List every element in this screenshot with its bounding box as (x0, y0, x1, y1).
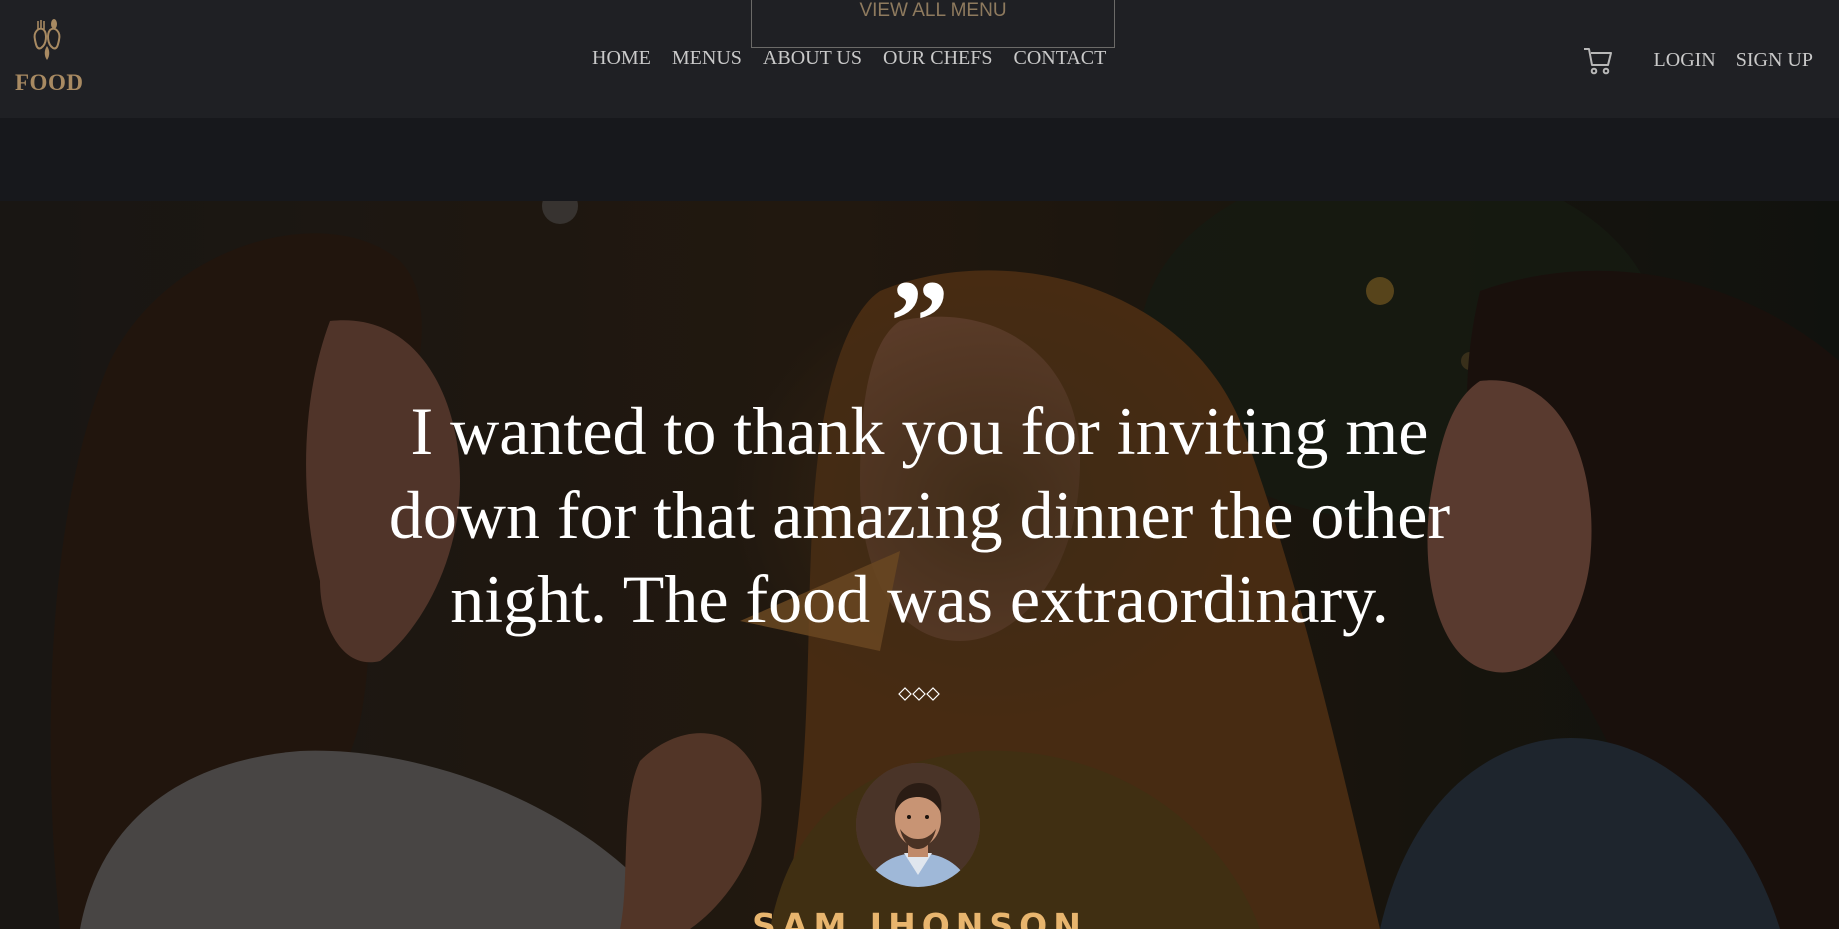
nav-about-us[interactable]: ABOUT US (763, 47, 862, 70)
nav-our-chefs[interactable]: OUR CHEFS (883, 47, 992, 70)
author-portrait (856, 763, 980, 887)
nav-contact[interactable]: CONTACT (1013, 47, 1106, 70)
quote-mark-icon: ” (890, 263, 949, 333)
cart-icon[interactable] (1582, 44, 1614, 76)
testimonial-section: ” I wanted to thank you for inviting me … (0, 201, 1839, 929)
author-avatar (856, 763, 980, 887)
author-name: SAM JHONSON (752, 906, 1087, 929)
testimonial-quote: I wanted to thank you for inviting me do… (388, 393, 1451, 637)
view-all-menu-button[interactable]: VIEW ALL MENU (751, 0, 1115, 48)
nav-home[interactable]: HOME (592, 47, 651, 70)
nav-account: LOGIN SIGN UP (1582, 44, 1813, 76)
main-nav: HOME MENUS ABOUT US OUR CHEFS CONTACT (592, 47, 1127, 70)
site-logo[interactable]: FOOD (12, 18, 88, 98)
top-navbar: FOOD VIEW ALL MENU HOME MENUS ABOUT US O… (0, 0, 1839, 118)
logo-text: FOOD (15, 70, 84, 95)
header-spacer (0, 118, 1839, 201)
page-root: FOOD VIEW ALL MENU HOME MENUS ABOUT US O… (0, 0, 1839, 929)
login-link[interactable]: LOGIN (1654, 49, 1716, 72)
fork-spoon-logo-icon (33, 19, 61, 60)
signup-link[interactable]: SIGN UP (1736, 49, 1813, 72)
diamonds-divider-icon (898, 687, 940, 701)
nav-menus[interactable]: MENUS (672, 47, 742, 70)
